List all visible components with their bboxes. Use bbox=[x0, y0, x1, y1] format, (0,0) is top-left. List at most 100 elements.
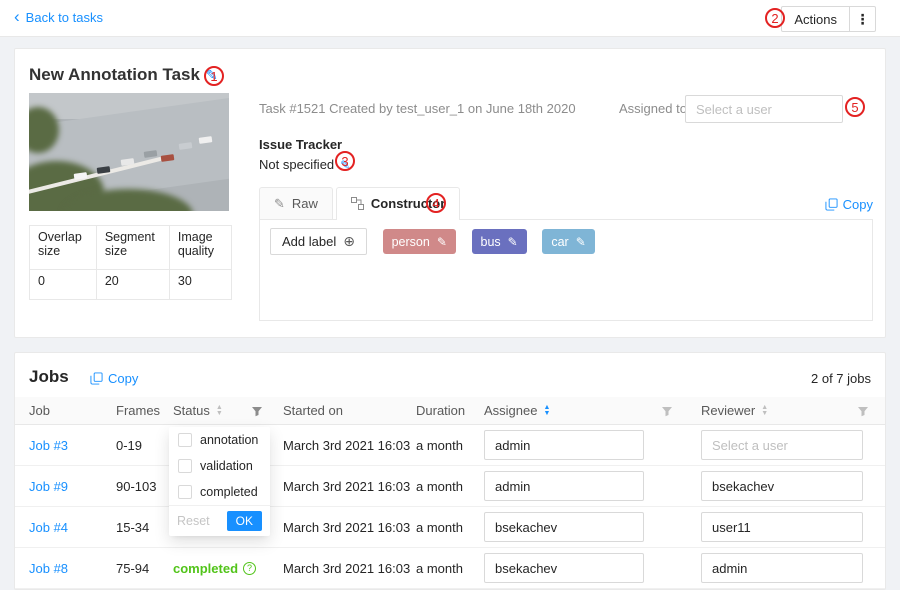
checkbox[interactable] bbox=[178, 459, 192, 473]
back-label: Back to tasks bbox=[26, 10, 103, 25]
job-link[interactable]: Job #4 bbox=[29, 507, 68, 548]
back-to-tasks-link[interactable]: ‹ Back to tasks bbox=[14, 9, 103, 25]
reviewer-input[interactable] bbox=[701, 430, 863, 460]
started-cell: March 3rd 2021 16:03 bbox=[283, 466, 410, 507]
copy-label: Copy bbox=[108, 371, 138, 386]
annotation-circle-4: 4 bbox=[426, 193, 446, 213]
reviewer-input[interactable] bbox=[701, 471, 863, 501]
duration-cell: a month bbox=[416, 548, 463, 589]
job-link[interactable]: Job #3 bbox=[29, 425, 68, 466]
label-chip-text: bus bbox=[481, 235, 501, 249]
filter-option-completed[interactable]: completed bbox=[169, 479, 270, 505]
assignee-input[interactable] bbox=[484, 430, 644, 460]
frames-cell: 0-19 bbox=[116, 425, 142, 466]
jobs-table-header: Job Frames Status ▲▼ Started on Duration… bbox=[15, 397, 885, 425]
label-chip-person[interactable]: person ✎ bbox=[383, 229, 456, 254]
reviewer-input[interactable] bbox=[701, 553, 863, 583]
caret-down-icon: ▼ bbox=[216, 411, 223, 417]
started-cell: March 3rd 2021 16:03 bbox=[283, 425, 410, 466]
filter-icon-reviewer[interactable] bbox=[857, 405, 869, 417]
labels-copy-link[interactable]: Copy bbox=[825, 197, 873, 219]
param-value: 30 bbox=[169, 270, 231, 300]
annotation-circle-5: 5 bbox=[845, 97, 865, 117]
label-chip-car[interactable]: car ✎ bbox=[542, 229, 594, 254]
status-cell: completed ? bbox=[173, 548, 256, 589]
page-title: New Annotation Task✎ bbox=[29, 65, 218, 85]
more-icon: ⋮ bbox=[856, 11, 870, 27]
assignee-input[interactable] bbox=[484, 471, 644, 501]
duration-cell: a month bbox=[416, 507, 463, 548]
task-meta: Task #1521 Created by test_user_1 on Jun… bbox=[259, 101, 576, 116]
col-started: Started on bbox=[283, 397, 343, 425]
task-details-card: New Annotation Task✎ Overlap size Segmen… bbox=[14, 48, 886, 338]
jobs-count: 2 of 7 jobs bbox=[811, 371, 871, 386]
filter-icon-assignee[interactable] bbox=[661, 405, 673, 417]
filter-option-label: annotation bbox=[200, 433, 258, 447]
job-row-2: Job #9 90-103 March 3rd 2021 16:03 a mon… bbox=[15, 466, 885, 507]
plus-circle-icon: ⊕ bbox=[343, 233, 355, 250]
filter-ok-button[interactable]: OK bbox=[227, 511, 262, 531]
frames-cell: 90-103 bbox=[116, 466, 156, 507]
duration-cell: a month bbox=[416, 425, 463, 466]
started-cell: March 3rd 2021 16:03 bbox=[283, 507, 410, 548]
filter-footer: Reset OK bbox=[169, 505, 270, 536]
assigned-to-label: Assigned to bbox=[619, 101, 687, 116]
copy-icon bbox=[90, 372, 103, 385]
assignee-input[interactable] bbox=[484, 553, 644, 583]
issue-tracker-text: Not specified bbox=[259, 157, 334, 172]
status-filter-dropdown: annotation validation completed Reset OK bbox=[169, 427, 270, 536]
reviewer-input[interactable] bbox=[701, 512, 863, 542]
job-link[interactable]: Job #8 bbox=[29, 548, 68, 589]
label-chip-text: car bbox=[551, 235, 568, 249]
param-value: 20 bbox=[96, 270, 169, 300]
edit-icon[interactable]: ✎ bbox=[576, 235, 586, 249]
checkbox[interactable] bbox=[178, 485, 192, 499]
task-assignee-input[interactable] bbox=[685, 95, 843, 123]
job-link[interactable]: Job #9 bbox=[29, 466, 68, 507]
actions-more-button[interactable]: ⋮ bbox=[850, 6, 876, 32]
col-status[interactable]: Status ▲▼ bbox=[173, 397, 223, 425]
labels-tabs: ✎ Raw Constructor Copy bbox=[259, 187, 873, 220]
task-title-text: New Annotation Task bbox=[29, 65, 200, 84]
filter-option-annotation[interactable]: annotation bbox=[169, 427, 270, 453]
sort-carets-icon[interactable]: ▲▼ bbox=[543, 405, 550, 417]
jobs-copy-link[interactable]: Copy bbox=[90, 371, 138, 386]
copy-icon bbox=[825, 198, 838, 211]
filter-reset-button[interactable]: Reset bbox=[177, 514, 210, 528]
add-label-button[interactable]: Add label ⊕ bbox=[270, 228, 367, 255]
col-duration: Duration bbox=[416, 397, 465, 425]
param-value: 0 bbox=[30, 270, 97, 300]
status-text: completed bbox=[173, 548, 238, 589]
tab-raw-label: Raw bbox=[292, 196, 318, 211]
caret-down-icon: ▼ bbox=[543, 411, 550, 417]
labels-constructor: Add label ⊕ person ✎ bus ✎ car ✎ bbox=[259, 219, 873, 321]
annotation-circle-1: 1 bbox=[204, 66, 224, 86]
edit-icon[interactable]: ✎ bbox=[508, 235, 518, 249]
filter-option-label: validation bbox=[200, 459, 253, 473]
tab-raw[interactable]: ✎ Raw bbox=[259, 187, 333, 219]
copy-label: Copy bbox=[843, 197, 873, 212]
filter-option-label: completed bbox=[200, 485, 258, 499]
edit-icon[interactable]: ✎ bbox=[437, 235, 447, 249]
filter-option-validation[interactable]: validation bbox=[169, 453, 270, 479]
started-cell: March 3rd 2021 16:03 bbox=[283, 548, 410, 589]
col-reviewer[interactable]: Reviewer ▲▼ bbox=[701, 397, 768, 425]
assignee-input[interactable] bbox=[484, 512, 644, 542]
task-preview-image bbox=[29, 93, 229, 211]
col-assignee[interactable]: Assignee ▲▼ bbox=[484, 397, 550, 425]
sort-carets-icon[interactable]: ▲▼ bbox=[761, 405, 768, 417]
checkbox[interactable] bbox=[178, 433, 192, 447]
actions-button[interactable]: Actions bbox=[781, 6, 850, 32]
label-chip-bus[interactable]: bus ✎ bbox=[472, 229, 527, 254]
col-job: Job bbox=[29, 397, 50, 425]
annotation-circle-2: 2 bbox=[765, 8, 785, 28]
frames-cell: 75-94 bbox=[116, 548, 149, 589]
annotation-circle-3: 3 bbox=[335, 151, 355, 171]
param-header: Overlap size bbox=[30, 226, 97, 270]
caret-down-icon: ▼ bbox=[761, 411, 768, 417]
sort-carets-icon[interactable]: ▲▼ bbox=[216, 405, 223, 417]
jobs-title: Jobs bbox=[29, 367, 69, 387]
question-circle-icon[interactable]: ? bbox=[243, 562, 256, 575]
param-header: Segment size bbox=[96, 226, 169, 270]
filter-icon-status[interactable] bbox=[251, 405, 263, 417]
